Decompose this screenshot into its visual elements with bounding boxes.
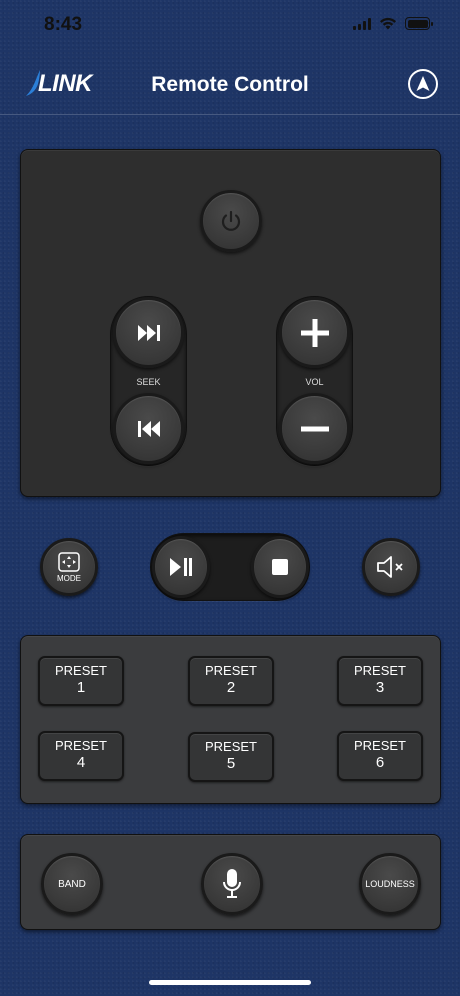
microphone-icon — [223, 869, 241, 898]
bottom-panel: BAND LOUDNESS — [20, 834, 441, 930]
status-icons — [353, 17, 433, 30]
band-label: BAND — [58, 878, 86, 890]
band-button[interactable]: BAND — [41, 853, 103, 915]
loudness-button[interactable]: LOUDNESS — [359, 853, 421, 915]
preset-1-button[interactable]: PRESET 1 — [38, 656, 124, 706]
mode-label: MODE — [57, 573, 81, 583]
power-button[interactable] — [200, 190, 262, 252]
play-pause-button[interactable] — [152, 536, 210, 598]
loudness-label: LOUDNESS — [365, 879, 415, 889]
remote-panel: SEEK VOL — [20, 149, 441, 497]
preset-label: PRESET — [54, 738, 107, 753]
mute-button[interactable] — [362, 538, 420, 596]
voice-button[interactable] — [201, 853, 263, 915]
preset-number: 5 — [226, 755, 236, 772]
navigation-button[interactable] — [408, 69, 438, 99]
status-time: 8:43 — [44, 14, 83, 35]
preset-number: 2 — [226, 679, 236, 696]
vol-label: VOL — [305, 377, 324, 387]
seek-forward-button[interactable] — [113, 297, 184, 368]
volume-down-button[interactable] — [279, 393, 350, 464]
preset-label: PRESET — [204, 739, 257, 754]
preset-number: 6 — [375, 754, 385, 771]
minus-icon — [300, 426, 329, 431]
plus-icon — [300, 318, 329, 347]
mode-button[interactable]: MODE — [40, 538, 98, 596]
preset-label: PRESET — [353, 663, 406, 678]
preset-number: 4 — [76, 754, 86, 771]
preset-6-button[interactable]: PRESET 6 — [337, 731, 423, 781]
cellular-signal-icon — [353, 17, 371, 30]
preset-4-button[interactable]: PRESET 4 — [38, 731, 124, 781]
preset-3-button[interactable]: PRESET 3 — [337, 656, 423, 706]
wifi-icon — [380, 17, 396, 30]
seek-back-button[interactable] — [113, 393, 184, 464]
presets-panel: PRESET 1 PRESET 2 PRESET 3 PRESET 4 PRES… — [20, 635, 441, 804]
mute-icon — [377, 556, 403, 578]
preset-label: PRESET — [353, 738, 406, 753]
status-bar: 8:43 — [0, 0, 460, 50]
play-pause-icon — [170, 558, 192, 576]
navigation-arrow-icon — [416, 76, 430, 91]
stop-button[interactable] — [251, 536, 309, 598]
preset-5-button[interactable]: PRESET 5 — [188, 732, 274, 782]
skip-back-icon — [137, 420, 160, 437]
header: LINK Remote Control — [0, 60, 460, 115]
preset-2-button[interactable]: PRESET 2 — [188, 656, 274, 706]
battery-icon — [405, 17, 433, 30]
page-title: Remote Control — [151, 73, 309, 96]
preset-label: PRESET — [54, 663, 107, 678]
seek-label: SEEK — [136, 377, 161, 387]
home-indicator — [149, 980, 311, 985]
power-icon — [221, 210, 241, 231]
preset-number: 3 — [375, 679, 385, 696]
preset-number: 1 — [76, 679, 86, 696]
volume-up-button[interactable] — [279, 297, 350, 368]
skip-forward-icon — [137, 324, 160, 341]
stop-icon — [272, 559, 288, 575]
preset-label: PRESET — [204, 663, 257, 678]
mode-icon — [58, 551, 80, 572]
